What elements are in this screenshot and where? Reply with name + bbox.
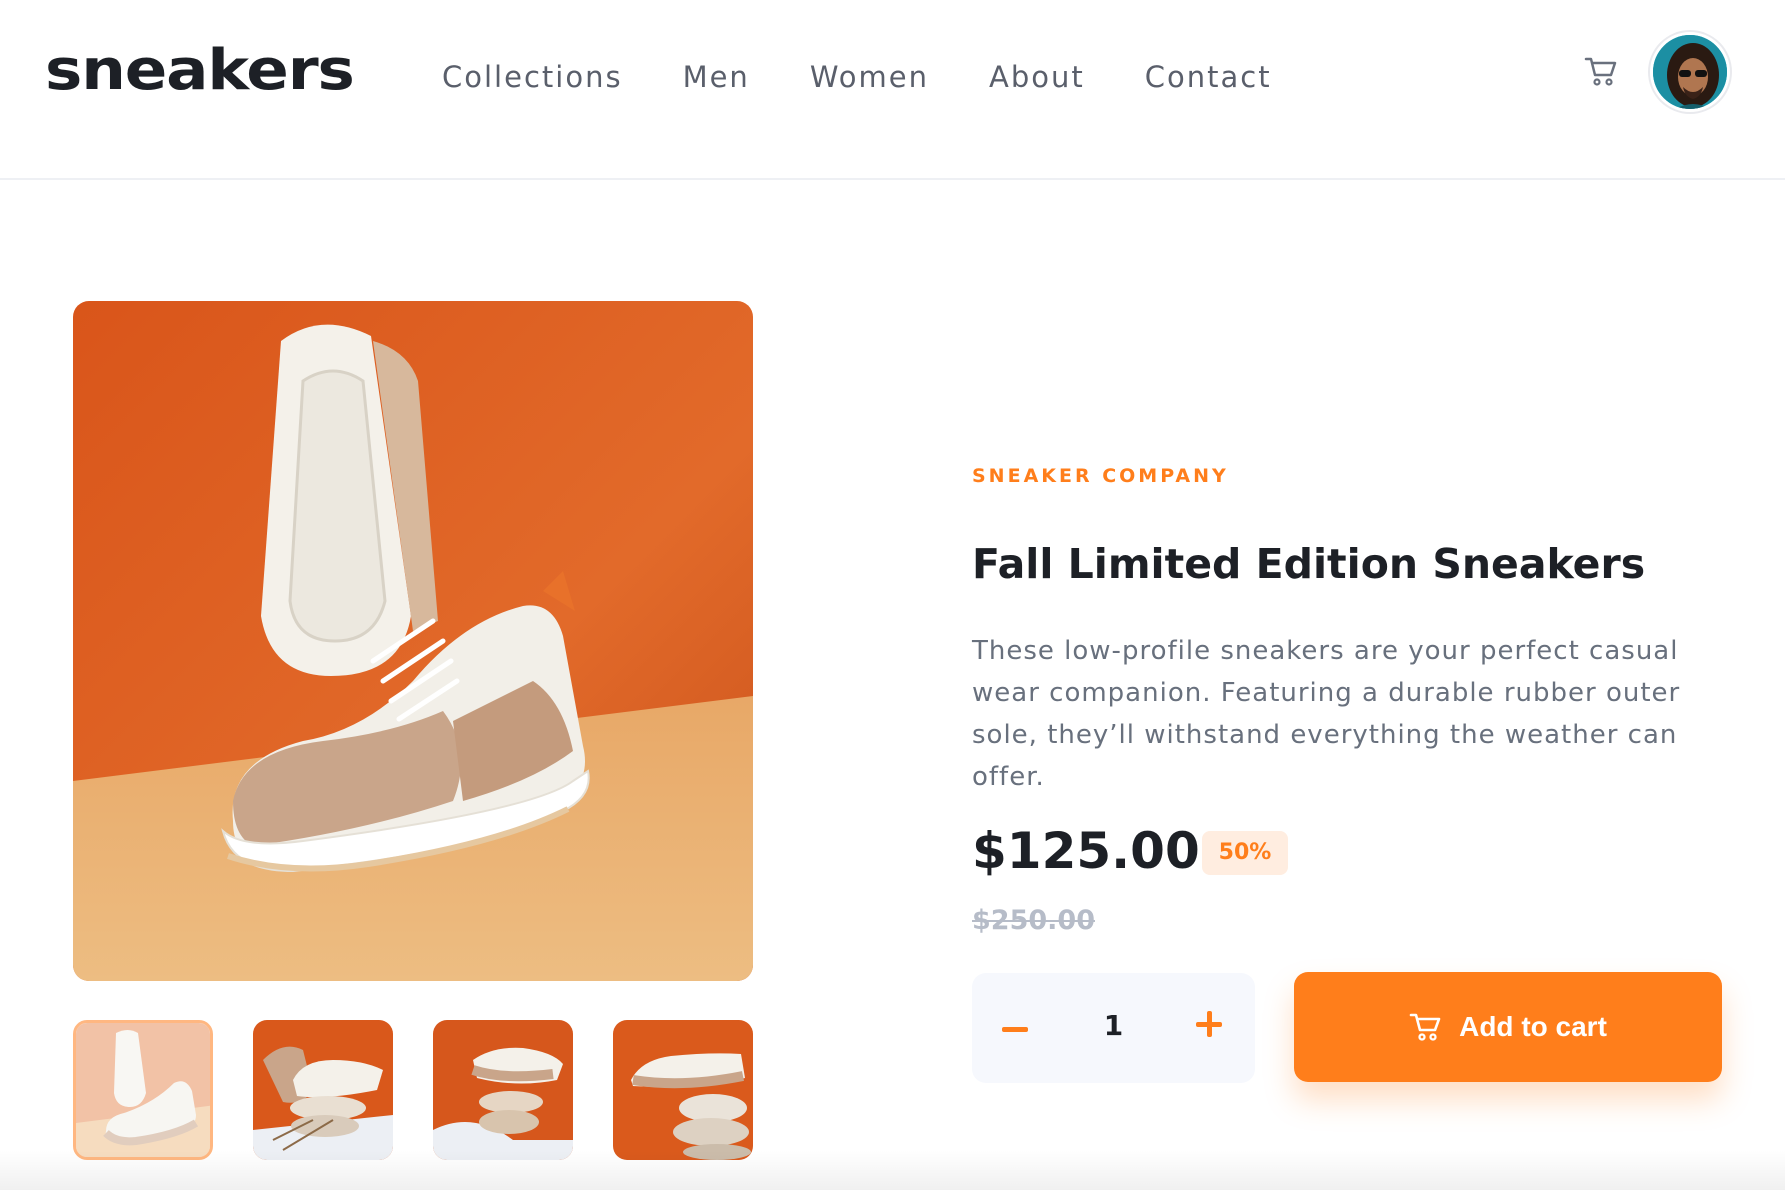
plus-icon[interactable] — [1194, 1009, 1226, 1041]
add-to-cart-label: Add to cart — [1459, 1011, 1607, 1042]
user-avatar[interactable] — [1650, 32, 1730, 112]
product-title: Fall Limited Edition Sneakers — [972, 540, 1646, 588]
thumbnail-1[interactable] — [73, 1020, 213, 1160]
nav-item-women[interactable]: Women — [810, 60, 929, 94]
add-to-cart-button[interactable]: Add to cart — [1294, 972, 1722, 1082]
cart-icon[interactable] — [1583, 53, 1619, 89]
bottom-shadow — [0, 1150, 1785, 1190]
thumbnail-3[interactable] — [433, 1020, 573, 1160]
nav-item-about[interactable]: About — [989, 60, 1085, 94]
cart-icon — [1409, 1013, 1441, 1041]
site-logo[interactable]: sneakers — [45, 38, 355, 103]
nav-item-men[interactable]: Men — [683, 60, 750, 94]
company-name: SNEAKER COMPANY — [972, 465, 1229, 487]
site-header: sneakers Collections Men Women About Con… — [0, 0, 1785, 180]
thumbnail-2[interactable] — [253, 1020, 393, 1160]
discount-badge: 50% — [1202, 831, 1288, 875]
thumbnail-strip — [73, 1020, 753, 1160]
thumbnail-4[interactable] — [613, 1020, 753, 1160]
current-price: $125.00 — [972, 822, 1200, 880]
original-price: $250.00 — [972, 905, 1095, 936]
quantity-stepper: 1 — [972, 973, 1255, 1083]
main-nav: Collections Men Women About Contact — [442, 60, 1332, 94]
product-description: These low-profile sneakers are your perf… — [972, 636, 1681, 792]
product-main-image[interactable] — [73, 301, 753, 981]
nav-item-contact[interactable]: Contact — [1145, 60, 1272, 94]
nav-item-collections[interactable]: Collections — [442, 60, 623, 94]
